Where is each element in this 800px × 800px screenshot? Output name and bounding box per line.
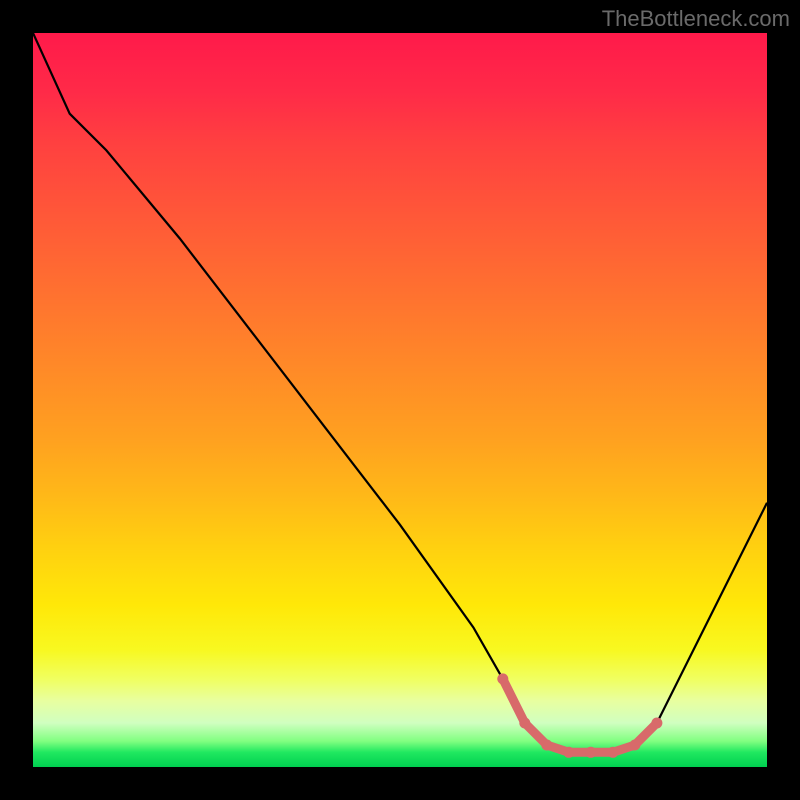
optimal-range-dot bbox=[497, 673, 508, 684]
optimal-range-dot bbox=[629, 740, 640, 751]
optimal-range-dot bbox=[563, 747, 574, 758]
optimal-range-dot bbox=[541, 740, 552, 751]
optimal-range-dot bbox=[519, 718, 530, 729]
watermark-text: TheBottleneck.com bbox=[602, 6, 790, 32]
bottleneck-curve-line bbox=[33, 33, 767, 752]
chart-svg bbox=[33, 33, 767, 767]
optimal-range-dot bbox=[585, 747, 596, 758]
optimal-range-dot bbox=[607, 747, 618, 758]
chart-plot-area bbox=[33, 33, 767, 767]
optimal-range-dot bbox=[651, 718, 662, 729]
